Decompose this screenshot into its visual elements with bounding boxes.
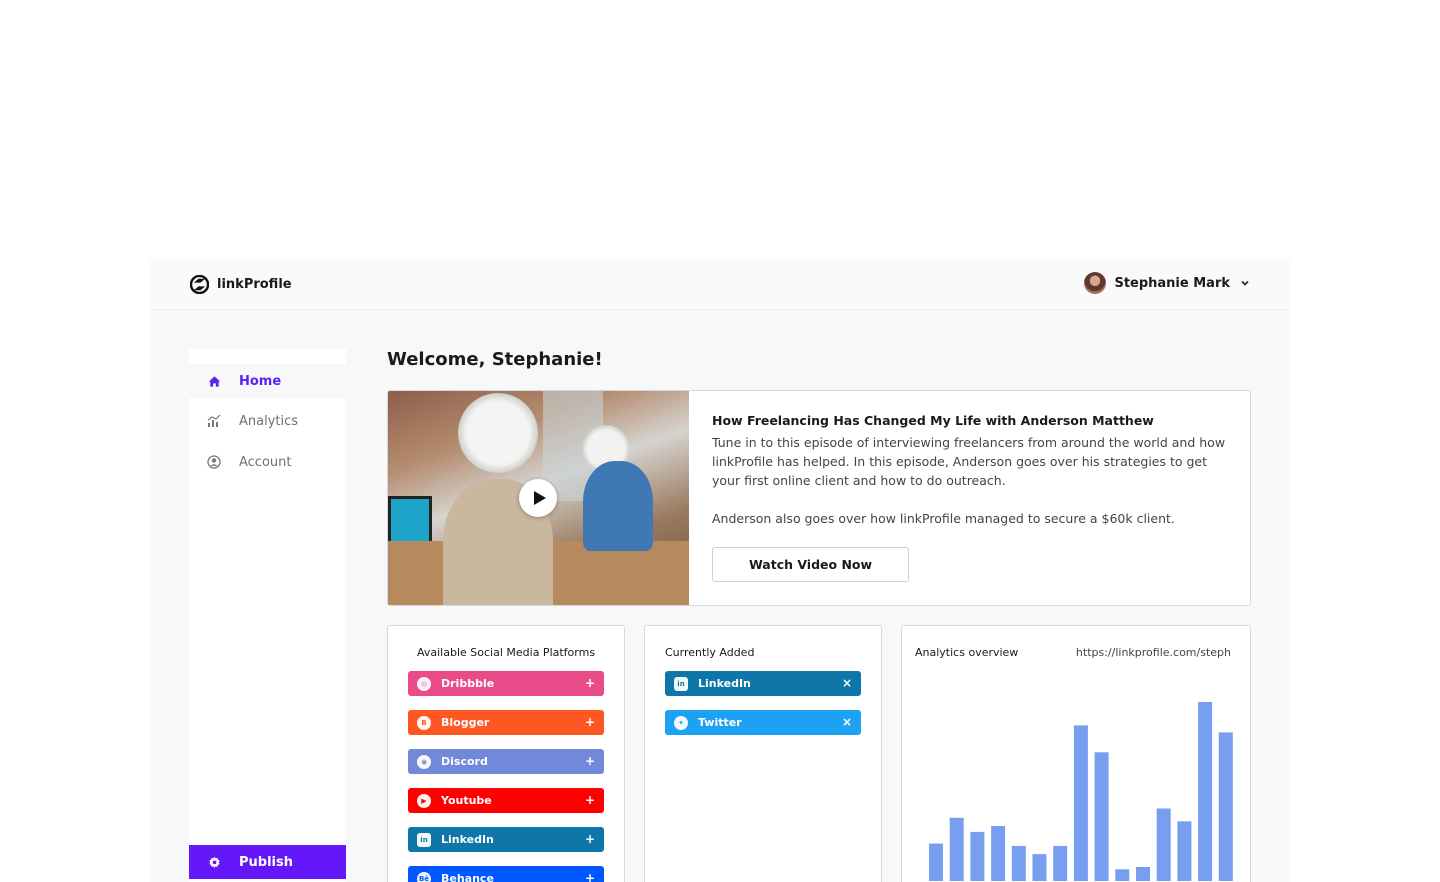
- avatar: [1084, 272, 1107, 294]
- platform-label: Twitter: [698, 716, 742, 729]
- platform-chip-dribbble[interactable]: ◎ Dribbble +: [408, 671, 604, 696]
- twitter-icon: ✦: [674, 715, 688, 730]
- platform-chip-twitter[interactable]: ✦ Twitter ×: [665, 710, 861, 735]
- chart-bar: [1218, 732, 1233, 881]
- profile-url[interactable]: https://linkprofile.com/steph: [1076, 646, 1231, 659]
- linkedin-icon: in: [417, 832, 431, 847]
- sidebar-item-label: Account: [239, 454, 292, 470]
- chart-bar: [1136, 867, 1150, 881]
- platform-chip-linkedin[interactable]: in LinkedIn +: [408, 827, 604, 852]
- panel-title: Available Social Media Platforms: [417, 646, 596, 659]
- add-icon[interactable]: +: [585, 871, 595, 882]
- chart-bar: [1177, 821, 1192, 881]
- remove-icon[interactable]: ×: [842, 676, 852, 690]
- user-name: Stephanie Mark: [1114, 275, 1230, 291]
- watch-video-button[interactable]: Watch Video Now: [712, 547, 909, 582]
- platform-label: LinkedIn: [698, 677, 751, 690]
- panel-title: Currently Added: [665, 646, 755, 659]
- sidebar-item-label: Home: [239, 373, 282, 389]
- sidebar-item-label: Analytics: [239, 413, 299, 429]
- platform-chip-discord[interactable]: ◉ Discord +: [408, 749, 604, 774]
- add-icon[interactable]: +: [585, 832, 595, 846]
- platform-label: Dribbble: [441, 677, 495, 690]
- analytics-bar-chart: [929, 702, 1233, 881]
- user-menu[interactable]: Stephanie Mark: [1084, 272, 1250, 294]
- video-card: How Freelancing Has Changed My Life with…: [387, 390, 1251, 606]
- account-icon: [207, 455, 221, 469]
- add-icon[interactable]: +: [585, 715, 595, 729]
- analytics-overview-panel: Analytics overview https://linkprofile.c…: [901, 625, 1251, 882]
- platform-chip-linkedin[interactable]: in LinkedIn ×: [665, 671, 861, 696]
- blogger-icon: B: [417, 715, 431, 730]
- platform-label: Behance: [441, 872, 494, 882]
- chart-bar: [991, 826, 1006, 881]
- video-description: Tune in to this episode of interviewing …: [712, 435, 1226, 488]
- chevron-down-icon: [1241, 280, 1249, 286]
- discord-icon: ◉: [417, 754, 431, 769]
- linkedin-icon: in: [674, 676, 688, 691]
- panel-title: Analytics overview: [915, 646, 1019, 659]
- dribbble-icon: ◎: [417, 676, 431, 691]
- logo-icon: [190, 275, 209, 294]
- add-icon[interactable]: +: [585, 754, 595, 768]
- chart-bar: [1053, 845, 1068, 881]
- platform-chip-blogger[interactable]: B Blogger +: [408, 710, 604, 735]
- currently-added-panel: Currently Added in LinkedIn × ✦ Twitter ×: [644, 625, 882, 882]
- video-description-secondary: Anderson also goes over how linkProfile …: [712, 511, 1175, 526]
- app-name: linkProfile: [217, 277, 292, 292]
- chart-bar: [1094, 752, 1109, 881]
- play-button[interactable]: [519, 479, 557, 517]
- app-window: linkProfile Stephanie Mark Home Analytic…: [150, 259, 1290, 882]
- chart-bar: [1198, 702, 1213, 881]
- thumb-person: [583, 461, 653, 551]
- sidebar-item-analytics[interactable]: Analytics: [189, 404, 346, 438]
- chart-bar: [1011, 845, 1026, 881]
- sidebar-item-home[interactable]: Home: [189, 364, 346, 398]
- add-icon[interactable]: +: [585, 676, 595, 690]
- platform-label: LinkedIn: [441, 833, 494, 846]
- analytics-icon: [207, 414, 221, 428]
- video-thumbnail[interactable]: [388, 391, 689, 605]
- platform-label: Blogger: [441, 716, 490, 729]
- video-title: How Freelancing Has Changed My Life with…: [712, 413, 1154, 428]
- remove-icon[interactable]: ×: [842, 715, 852, 729]
- publish-label: Publish: [239, 854, 293, 870]
- chart-bar: [929, 843, 943, 881]
- platform-chip-youtube[interactable]: ▶ Youtube +: [408, 788, 604, 813]
- behance-icon: Bē: [417, 871, 431, 882]
- sidebar-item-account[interactable]: Account: [189, 445, 346, 479]
- add-icon[interactable]: +: [585, 793, 595, 807]
- chart-bar: [1115, 869, 1130, 881]
- platform-label: Youtube: [441, 794, 492, 807]
- sidebar: Home Analytics Account Publish: [189, 349, 346, 882]
- gear-icon: [207, 855, 221, 869]
- chart-bar: [1156, 808, 1171, 881]
- publish-button[interactable]: Publish: [189, 845, 346, 879]
- platform-chip-behance[interactable]: Bē Behance +: [408, 866, 604, 882]
- play-icon: [533, 491, 546, 505]
- youtube-icon: ▶: [417, 793, 431, 808]
- thumb-lamp: [458, 393, 538, 473]
- platform-label: Discord: [441, 755, 488, 768]
- page-title: Welcome, Stephanie!: [387, 349, 603, 370]
- home-icon: [207, 374, 221, 388]
- logo[interactable]: linkProfile: [190, 275, 292, 294]
- available-platforms-panel: Available Social Media Platforms ◎ Dribbb…: [387, 625, 625, 882]
- chart-bar: [1032, 854, 1047, 881]
- chart-bar: [970, 831, 985, 881]
- chart-bar: [1073, 725, 1088, 881]
- chart-bar: [949, 817, 964, 881]
- video-info: How Freelancing Has Changed My Life with…: [712, 413, 1232, 528]
- top-bar: linkProfile Stephanie Mark: [150, 259, 1290, 310]
